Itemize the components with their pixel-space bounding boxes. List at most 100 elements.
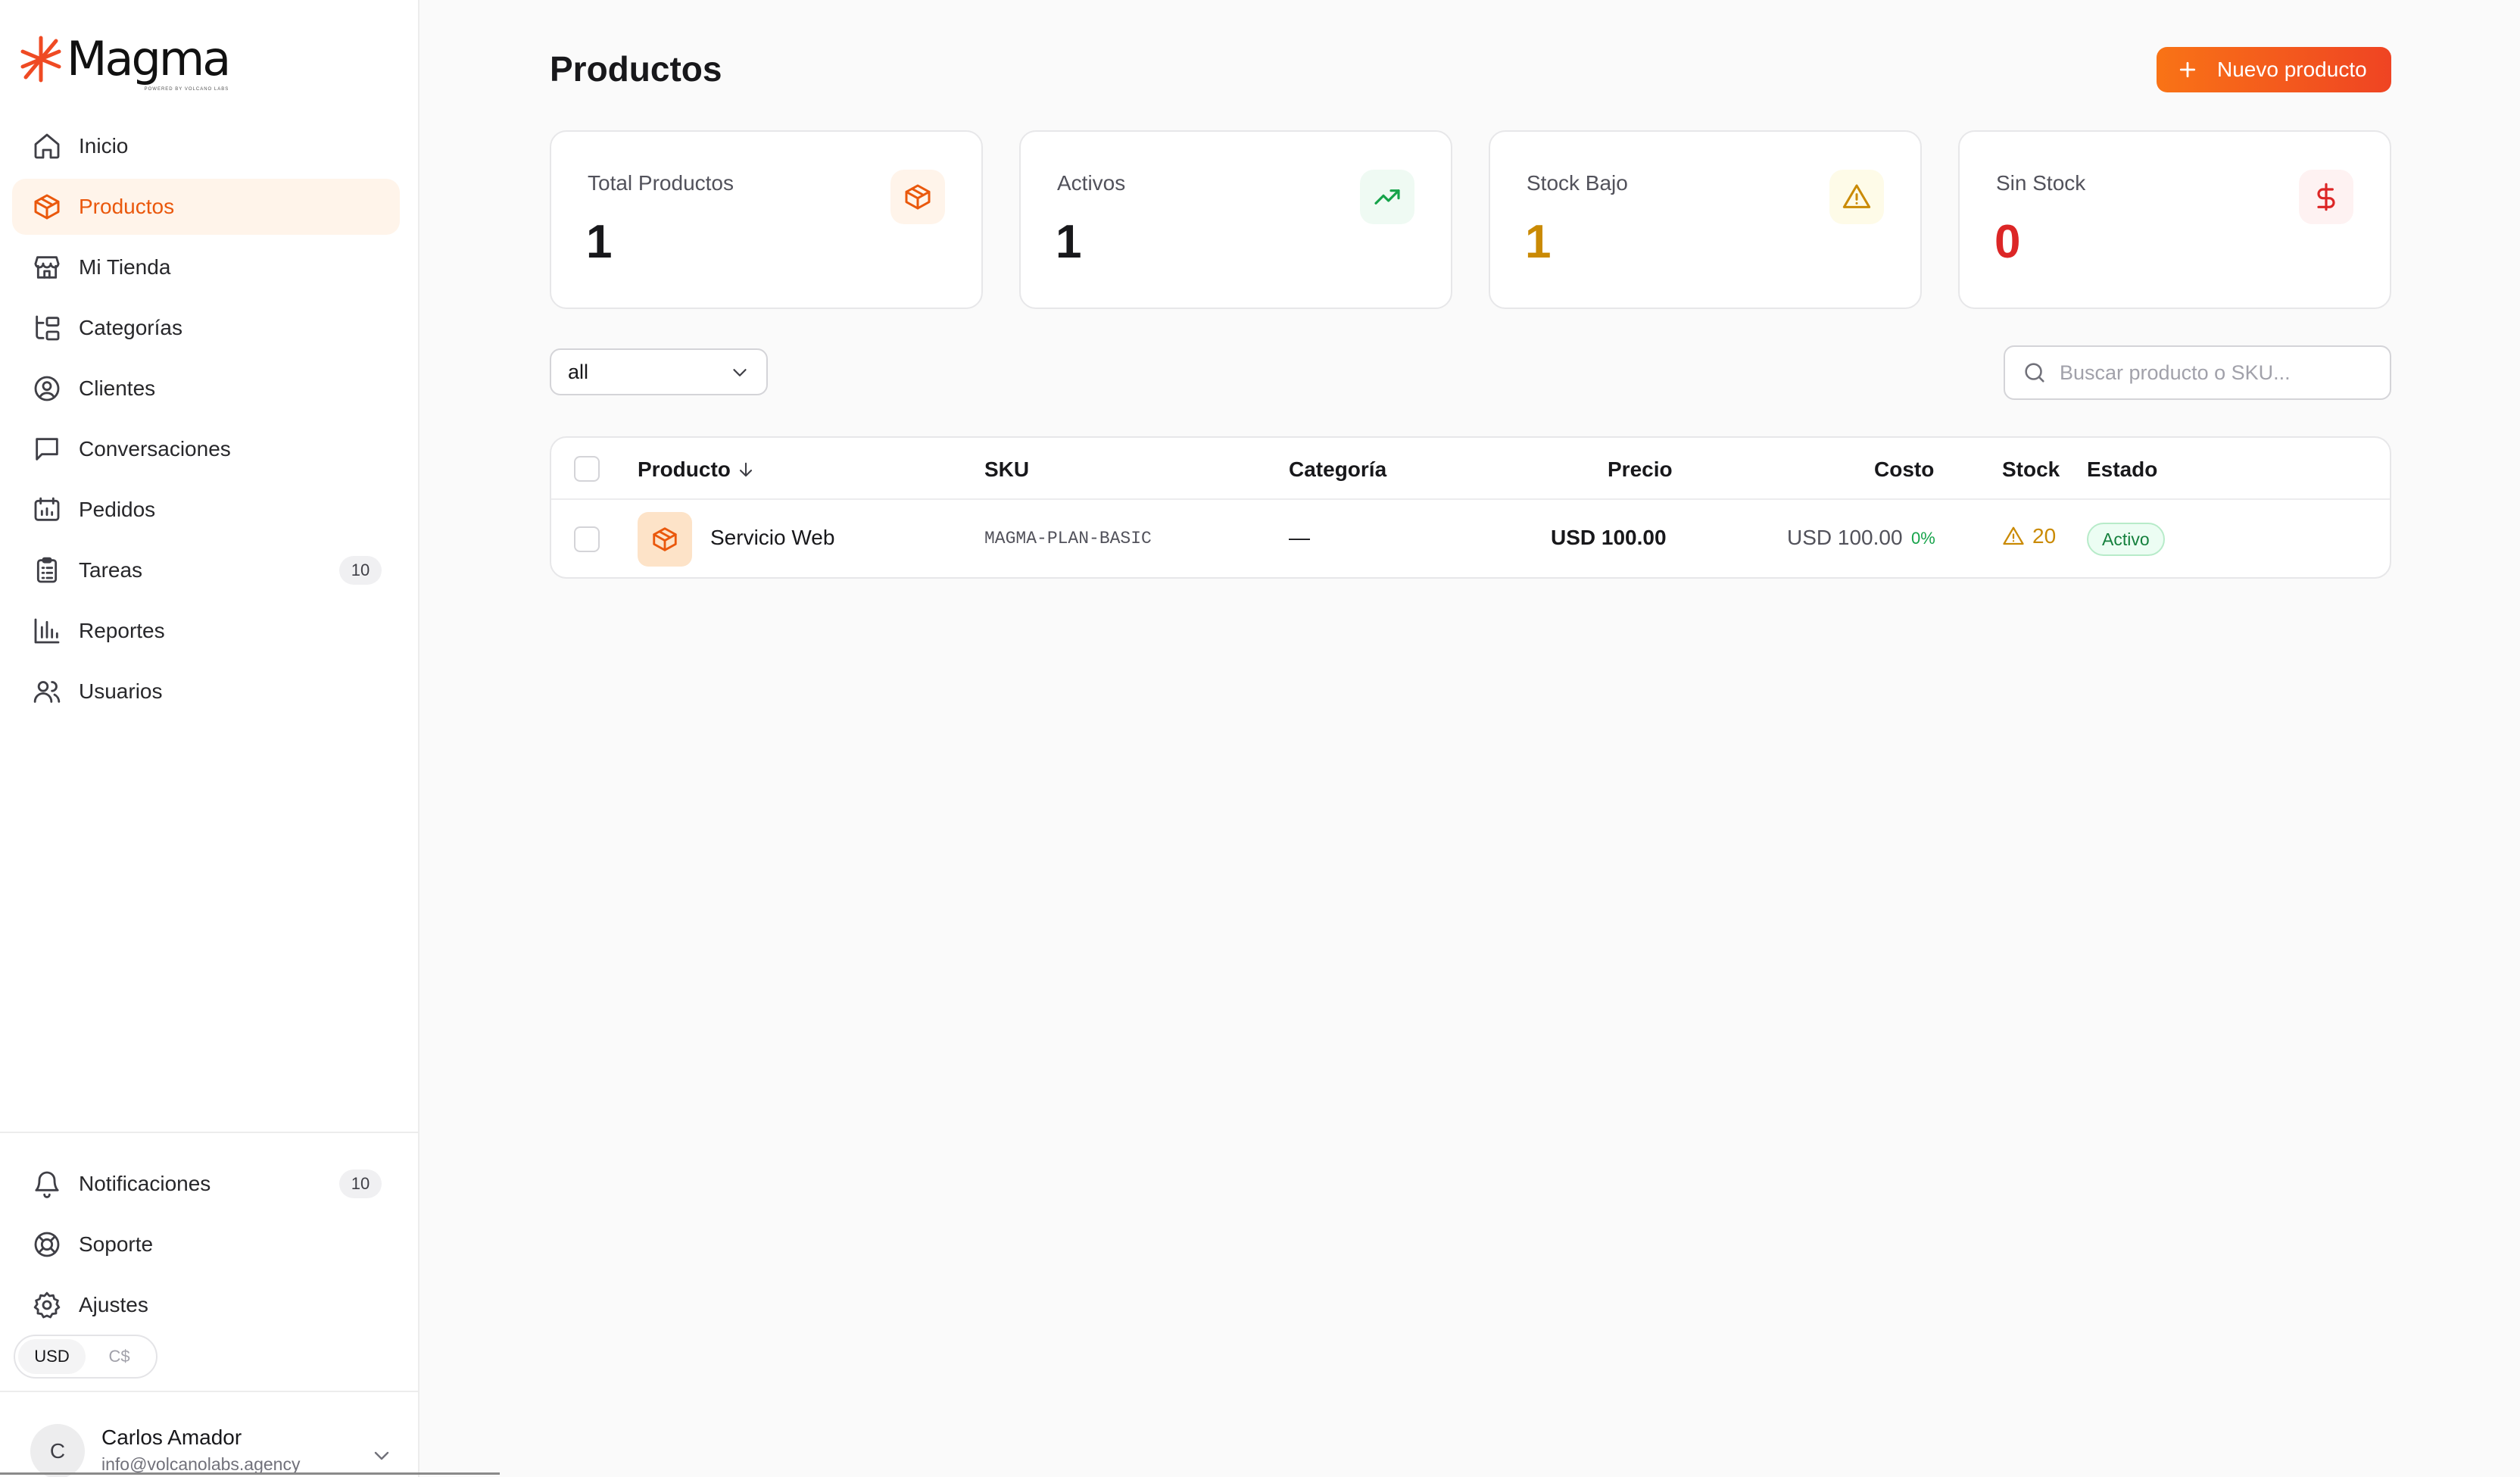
product-margin: 0% [1911,529,1935,548]
message-square-icon [32,434,62,464]
sidebar-item-label: Productos [79,195,175,218]
sidebar-item-pedidos[interactable]: Pedidos [12,482,400,538]
table-header: Producto SKU Categoría Precio Costo Stoc… [551,438,2390,500]
product-stock: 20 [2002,524,2056,548]
sidebar-item-label: Categorías [79,316,182,339]
filter-selected-value: all [568,360,589,383]
box-icon [890,170,945,224]
stat-label: Activos [1057,171,1126,195]
sidebar-divider [0,1391,418,1392]
sidebar-item-label: Inicio [79,134,129,158]
gear-icon [32,1290,62,1320]
sidebar-item-notificaciones[interactable]: Notificaciones 10 [12,1156,400,1212]
user-name: Carlos Amador [101,1425,242,1449]
receipt-icon [32,495,62,525]
sidebar-item-inicio[interactable]: Inicio [12,118,400,174]
column-header-estado[interactable]: Estado [2087,457,2157,482]
sidebar-nav: Inicio Productos Mi Tienda Categorías Cl… [12,118,400,724]
sidebar-item-productos[interactable]: Productos [12,179,400,235]
column-header-label: Producto [638,457,731,481]
select-all-checkbox[interactable] [574,456,600,482]
stat-label: Sin Stock [1996,171,2086,195]
sidebar-item-label: Conversaciones [79,437,231,461]
status-badge: Activo [2087,523,2165,556]
stat-value: 1 [586,216,613,268]
notifications-count-badge: 10 [339,1169,382,1198]
logo-text: Magma [67,31,231,86]
sidebar-item-label: Ajustes [79,1293,148,1316]
app-logo[interactable]: Magma POWERED BY VOLCANO LABS [18,30,231,92]
folder-tree-icon [32,313,62,343]
product-price: USD 100.00 [1551,526,1667,549]
new-product-button[interactable]: Nuevo producto [2157,47,2391,92]
stat-card-activos: Activos 1 [1019,130,1452,309]
user-menu[interactable]: C Carlos Amador info@volcanolabs.agency [30,1421,394,1477]
sidebar-item-label: Reportes [79,619,165,642]
box-icon [32,192,62,222]
dollar-icon [2299,170,2353,224]
stat-label: Total Productos [588,171,734,195]
row-checkbox[interactable] [574,526,600,552]
sidebar-item-reportes[interactable]: Reportes [12,603,400,659]
column-header-precio[interactable]: Precio [1608,457,1673,482]
product-name[interactable]: Servicio Web [710,526,834,550]
alert-triangle-icon [1829,170,1884,224]
logo-subtext: POWERED BY VOLCANO LABS [144,87,229,92]
currency-option-usd[interactable]: USD [18,1339,86,1374]
column-header-categoria[interactable]: Categoría [1289,457,1386,482]
column-header-stock[interactable]: Stock [2002,457,2060,482]
stat-label: Stock Bajo [1527,171,1628,195]
sidebar: Magma POWERED BY VOLCANO LABS Inicio Pro… [0,0,419,1477]
product-category: — [1289,526,1310,549]
stat-value: 0 [1994,216,2021,268]
stat-value: 1 [1525,216,1552,268]
column-header-sku[interactable]: SKU [984,457,1029,482]
search-field [2004,345,2391,400]
trending-up-icon [1360,170,1414,224]
plus-icon [2179,61,2196,78]
box-icon [638,512,692,567]
sidebar-bottom-nav: Notificaciones 10 Soporte Ajustes [12,1156,400,1338]
user-circle-icon [32,373,62,404]
currency-toggle: USD C$ [14,1335,158,1379]
column-header-producto[interactable]: Producto [638,457,756,482]
stat-card-total-productos: Total Productos 1 [550,130,983,309]
chevron-down-icon [733,369,747,376]
stock-value: 20 [2032,524,2057,548]
sidebar-divider [0,1132,418,1133]
page-title: Productos [550,49,722,89]
user-email: info@volcanolabs.agency [101,1454,301,1474]
sidebar-item-mi-tienda[interactable]: Mi Tienda [12,239,400,295]
sidebar-item-label: Clientes [79,376,156,400]
search-input[interactable] [2060,361,2378,385]
bar-chart-icon [32,616,62,646]
sidebar-item-conversaciones[interactable]: Conversaciones [12,421,400,477]
magma-logo-icon [20,36,61,83]
window-edge-line [0,1472,500,1475]
sidebar-item-label: Usuarios [79,679,163,703]
sidebar-item-usuarios[interactable]: Usuarios [12,664,400,720]
tasks-count-badge: 10 [339,556,382,585]
sidebar-item-soporte[interactable]: Soporte [12,1216,400,1272]
stat-card-stock-bajo: Stock Bajo 1 [1489,130,1922,309]
store-icon [32,252,62,283]
sidebar-item-ajustes[interactable]: Ajustes [12,1277,400,1333]
sidebar-item-tareas[interactable]: Tareas 10 [12,542,400,598]
chevron-down-icon[interactable] [370,1444,394,1468]
sidebar-item-label: Soporte [79,1232,154,1256]
currency-option-cordoba[interactable]: C$ [86,1339,153,1374]
clipboard-list-icon [32,555,62,585]
table-row[interactable]: Servicio Web MAGMA-PLAN-BASIC — USD 100.… [551,500,2390,577]
alert-triangle-icon [2003,526,2024,545]
status-filter-select[interactable]: all [550,348,768,395]
sidebar-item-categorias[interactable]: Categorías [12,300,400,356]
product-sku: MAGMA-PLAN-BASIC [984,529,1152,548]
users-icon [32,676,62,707]
column-header-costo[interactable]: Costo [1874,457,1934,482]
product-cost: USD 100.00 [1787,526,1903,549]
sidebar-item-label: Pedidos [79,498,156,521]
arrow-down-icon [739,462,752,477]
life-buoy-icon [32,1229,62,1260]
sidebar-item-clientes[interactable]: Clientes [12,361,400,417]
sidebar-item-label: Notificaciones [79,1172,211,1195]
